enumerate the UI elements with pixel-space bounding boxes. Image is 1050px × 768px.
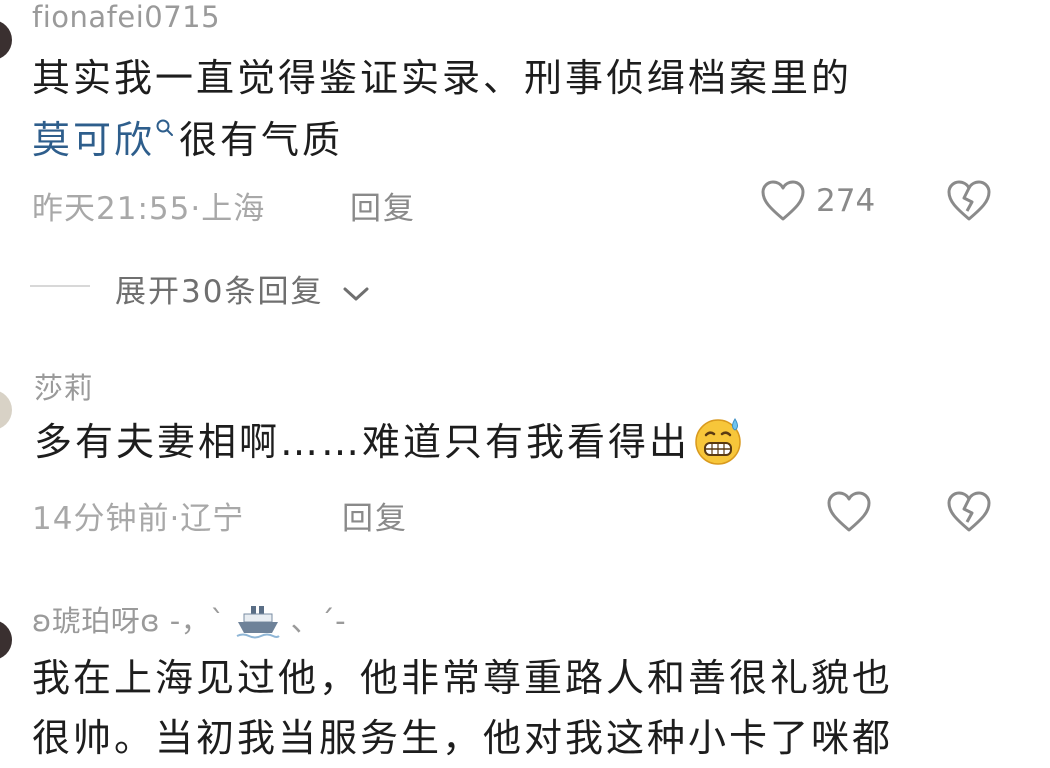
comment-text-line: 我在上海见过他，他非常尊重路人和善很礼貌也	[32, 656, 894, 700]
username-decoration: 、ˊ-	[290, 604, 347, 638]
like-count: 274	[816, 183, 876, 219]
expand-replies-button[interactable]: 展开30条回复	[115, 266, 371, 311]
comment-text-line: 多有夫妻相啊……难道只有我看得出	[34, 420, 691, 464]
divider	[30, 285, 90, 287]
comment-text: 很帅。当初我当服务生，他对我这种小卡了咪都	[32, 708, 893, 768]
search-icon[interactable]	[155, 118, 175, 138]
username[interactable]: 莎莉	[34, 365, 93, 407]
comment-text-rest: 很有气质	[179, 118, 344, 162]
search-link[interactable]: 莫可欣	[32, 118, 155, 162]
username-text: ʚ琥珀呀ɞ	[32, 604, 161, 638]
comment-text-line: 很帅。当初我当服务生，他对我这种小卡了咪都	[32, 716, 894, 760]
comment-text: 其实我一直觉得鉴证实录、刑事侦缉档案里的	[32, 48, 852, 108]
time-location: 昨天21:55·上海	[32, 191, 266, 227]
heart-outline-icon[interactable]	[826, 491, 872, 533]
comment-text: 我在上海见过他，他非常尊重路人和善很礼貌也	[32, 648, 893, 708]
grinning-sweat-emoji	[692, 415, 744, 467]
expand-replies-label: 展开30条回复	[115, 274, 324, 310]
avatar[interactable]	[0, 390, 12, 430]
chevron-down-icon	[341, 283, 371, 305]
comment-text-line: 其实我一直觉得鉴证实录、刑事侦缉档案里的	[32, 56, 853, 100]
username[interactable]: fionafei0715	[32, 0, 220, 34]
username-decoration: -，ˋ	[169, 604, 226, 638]
reply-button[interactable]: 回复	[342, 493, 408, 538]
avatar[interactable]	[0, 620, 12, 660]
comment-text: 莫可欣 很有气质	[32, 110, 343, 170]
heart-outline-icon[interactable]	[760, 180, 806, 222]
ship-icon	[235, 600, 281, 647]
avatar[interactable]	[0, 20, 12, 60]
comment-text: 多有夫妻相啊……难道只有我看得出	[34, 412, 744, 472]
broken-heart-icon[interactable]	[946, 180, 992, 222]
broken-heart-icon[interactable]	[946, 491, 992, 533]
time-location: 14分钟前·辽宁	[32, 501, 245, 537]
reply-button[interactable]: 回复	[350, 183, 416, 228]
username[interactable]: ʚ琥珀呀ɞ -，ˋ 、ˊ-	[32, 598, 346, 647]
